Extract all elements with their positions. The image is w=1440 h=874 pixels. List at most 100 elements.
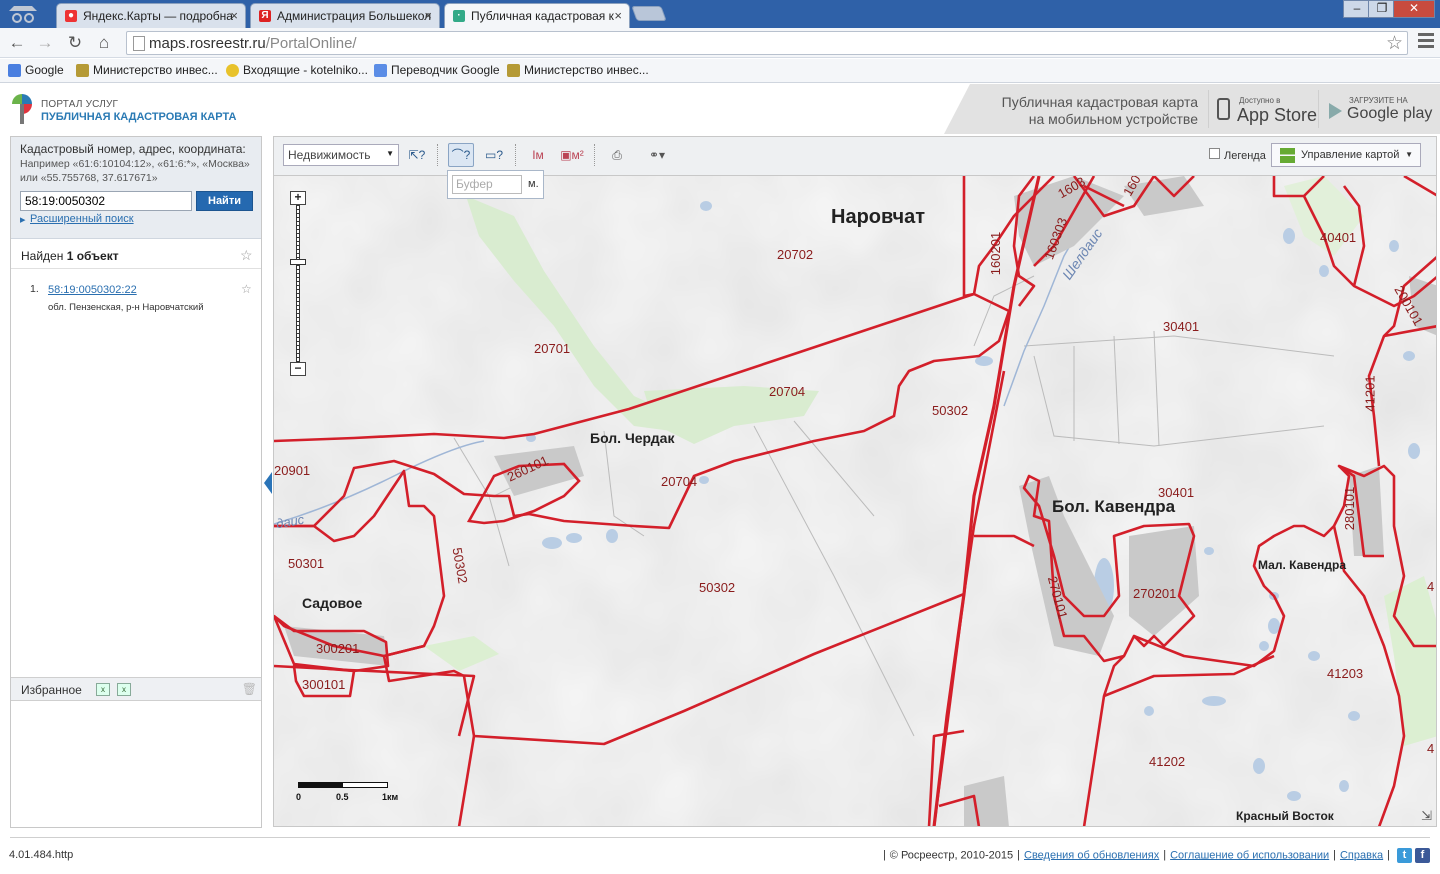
link-icon[interactable]: ⚭▾ <box>638 143 676 167</box>
url-text[interactable]: maps.rosreestr.ru/PortalOnline/ <box>149 35 357 52</box>
find-button[interactable]: Найти <box>196 191 253 211</box>
tab-administration[interactable]: Я Администрация Большекол × <box>250 3 440 28</box>
back-icon[interactable]: ← <box>6 32 28 54</box>
parcel-label[interactable]: 20701 <box>534 341 570 356</box>
identify-icon[interactable]: ⇱? <box>404 143 430 167</box>
parcel-label[interactable]: 20901 <box>274 463 310 478</box>
bookmark-translate[interactable]: Переводчик Google <box>374 63 500 77</box>
parcel-label[interactable]: 4 <box>1427 579 1434 594</box>
results-header: Найден 1 объект ☆ <box>11 241 261 269</box>
browser-menu-icon[interactable] <box>1418 33 1434 51</box>
copyright: © Росреестр, 2010-2015 <box>889 849 1014 862</box>
place-narovchat: Наровчат <box>831 206 926 228</box>
parcel-label[interactable]: 280101 <box>1342 487 1357 530</box>
place-mal-kavendra: Мал. Кавендра <box>1258 558 1347 572</box>
zoom-in-button[interactable]: + <box>290 191 306 205</box>
bookmark-star-icon[interactable]: ☆ <box>1386 32 1403 55</box>
google-icon <box>8 64 21 77</box>
parcel-label[interactable]: 50302 <box>699 580 735 595</box>
parcel-label[interactable]: 50302 <box>932 403 968 418</box>
import-icon[interactable]: x <box>96 683 110 696</box>
found-count: Найден 1 объект <box>21 249 119 263</box>
close-tab-icon[interactable]: × <box>424 8 432 23</box>
parcel-label[interactable]: 20702 <box>777 247 813 262</box>
star-icon[interactable]: ☆ <box>241 282 252 296</box>
help-link[interactable]: Справка <box>1340 849 1383 861</box>
zoom-slider[interactable]: + − <box>290 191 306 377</box>
incognito-icon <box>9 6 37 23</box>
list-item[interactable]: 1. 58:19:0050302:22 обл. Пензенская, р-н… <box>11 277 261 317</box>
parcel-label[interactable]: 30401 <box>1158 485 1194 500</box>
restore-button[interactable]: ❐ <box>1368 0 1396 18</box>
version-text: 4.01.484.http <box>9 849 74 861</box>
cadastral-search-input[interactable] <box>20 191 192 211</box>
portal-brand-title[interactable]: ПУБЛИЧНАЯ КАДАСТРОВАЯ КАРТА <box>41 111 236 123</box>
tab-yandex-maps[interactable]: ● Яндекс.Карты — подробна × <box>56 3 246 28</box>
map-canvas[interactable] <box>274 176 1437 827</box>
map-control-dropdown[interactable]: Управление картой <box>1271 143 1421 167</box>
export-icon[interactable]: x <box>117 683 131 696</box>
updates-link[interactable]: Сведения об обновлениях <box>1024 849 1159 861</box>
close-tab-icon[interactable]: × <box>614 8 622 23</box>
parcel-label[interactable]: 50301 <box>288 556 324 571</box>
close-window-button[interactable]: ✕ <box>1393 0 1435 18</box>
measure-area-icon[interactable]: ▣м² <box>559 143 585 167</box>
parcel-label[interactable]: 4 <box>1427 741 1434 756</box>
app-store-button[interactable]: Доступно в App Store <box>1208 90 1318 128</box>
buffer-select-icon[interactable]: ⌒? <box>448 143 474 167</box>
bookmark-ministry-2[interactable]: Министерство инвес... <box>507 63 649 77</box>
parcel-label[interactable]: 41203 <box>1327 666 1363 681</box>
buffer-input[interactable]: Буфер <box>452 175 522 194</box>
favorites-label: Избранное <box>21 683 82 697</box>
zoom-slider-knob[interactable] <box>290 259 306 265</box>
parcel-label[interactable]: 160201 <box>988 232 1003 275</box>
measure-distance-icon[interactable]: Iм <box>525 143 551 167</box>
legend-checkbox[interactable] <box>1209 148 1220 159</box>
forward-icon[interactable]: → <box>34 32 56 54</box>
home-icon[interactable]: ⌂ <box>93 32 115 54</box>
place-bol-kavendra: Бол. Кавендра <box>1052 497 1176 516</box>
resize-corner-icon[interactable]: ⇲ <box>1421 808 1432 824</box>
portal-header: ПОРТАЛ УСЛУГ ПУБЛИЧНАЯ КАДАСТРОВАЯ КАРТА… <box>0 84 1440 134</box>
result-address: обл. Пензенская, р-н Наровчатский <box>48 302 204 313</box>
parcel-label[interactable]: 300201 <box>316 641 359 656</box>
minimize-button[interactable]: ‒ <box>1343 0 1371 18</box>
star-icon[interactable]: ☆ <box>240 247 253 264</box>
search-box: Кадастровый номер, адрес, координата: На… <box>11 137 261 239</box>
parcel-label[interactable]: 20704 <box>769 384 805 399</box>
terms-link[interactable]: Соглашение об использовании <box>1170 849 1329 861</box>
parcel-label[interactable]: 40401 <box>1320 230 1356 245</box>
zoom-out-button[interactable]: − <box>290 362 306 376</box>
cadastral-map[interactable]: Наровчат Бол. Чердак Бол. Кавендра Мал. … <box>273 176 1437 827</box>
result-cadastral-link[interactable]: 58:19:0050302:22 <box>48 284 137 296</box>
facebook-icon[interactable]: f <box>1415 848 1430 863</box>
print-icon[interactable]: ⎙ <box>604 143 630 167</box>
map-layers-icon <box>1280 148 1295 163</box>
address-bar[interactable]: maps.rosreestr.ru/PortalOnline/ ☆ <box>126 31 1408 55</box>
trash-icon[interactable]: 🗑 <box>242 682 257 696</box>
bookmark-ministry-1[interactable]: Министерство инвес... <box>76 63 218 77</box>
parcel-label[interactable]: 41202 <box>1149 754 1185 769</box>
parcel-label[interactable]: 30401 <box>1163 319 1199 334</box>
twitter-icon[interactable]: t <box>1397 848 1412 863</box>
new-tab-button[interactable] <box>631 6 667 21</box>
mobile-banner-text: Публичная кадастровая карта на мобильном … <box>1001 94 1198 127</box>
area-select-icon[interactable]: ▭? <box>481 143 507 167</box>
place-sadovoe: Садовое <box>302 595 363 611</box>
google-play-button[interactable]: ЗАГРУЗИТЕ НА Google play <box>1318 90 1440 128</box>
parcel-label[interactable]: 270201 <box>1133 586 1176 601</box>
browser-toolbar: ← → ↻ ⌂ maps.rosreestr.ru/PortalOnline/ … <box>0 28 1440 58</box>
place-bol-cherdak: Бол. Чердак <box>590 430 675 446</box>
translate-icon <box>374 64 387 77</box>
collapse-panel-arrow-icon[interactable] <box>264 472 272 494</box>
parcel-label[interactable]: 20704 <box>661 474 697 489</box>
tab-cadastral-map[interactable]: · Публичная кадастровая к × <box>444 3 630 29</box>
bookmark-inbox[interactable]: Входящие - kotelniko... <box>226 63 368 77</box>
bookmark-google[interactable]: Google <box>8 63 64 77</box>
parcel-label[interactable]: 300101 <box>302 677 345 692</box>
parcel-label[interactable]: 41201 <box>1363 375 1378 411</box>
close-tab-icon[interactable]: × <box>230 8 238 23</box>
reload-icon[interactable]: ↻ <box>64 32 86 54</box>
layer-select[interactable]: Недвижимость <box>283 144 399 166</box>
advanced-search-link[interactable]: Расширенный поиск <box>20 213 134 226</box>
